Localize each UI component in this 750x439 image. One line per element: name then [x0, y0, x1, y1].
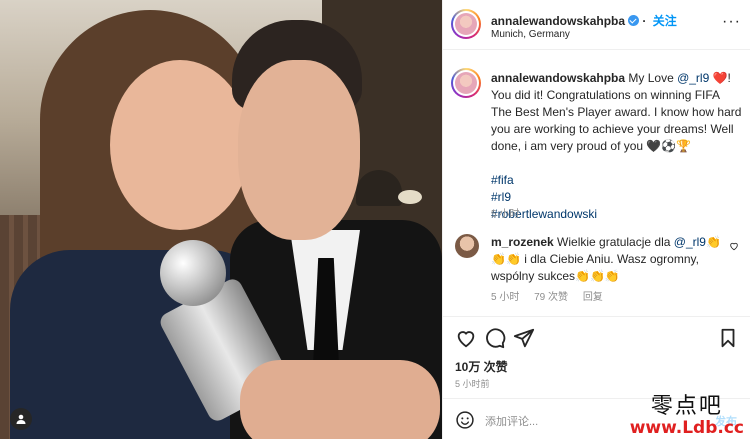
emoji-smile-icon[interactable]: [455, 410, 475, 430]
post-photo[interactable]: [0, 0, 442, 439]
comment-text-start: Wielkie gratulacje dla: [553, 235, 674, 249]
caption-avatar[interactable]: [451, 68, 481, 98]
photo-trophy-ball: [160, 240, 226, 306]
post-header: annalewandowskahpba · 关注 Munich, Germany…: [443, 0, 750, 50]
more-horizontal-icon[interactable]: ···: [722, 13, 741, 31]
author-username-row: annalewandowskahpba · 关注: [491, 14, 677, 28]
comment-meta: 5 小时 79 次赞 回复: [491, 288, 615, 303]
post-location[interactable]: Munich, Germany: [491, 29, 570, 40]
comment-likes[interactable]: 79 次赞: [534, 292, 568, 303]
watermark: 零点吧 www.Ldb.cc: [630, 396, 744, 437]
share-paper-plane-icon[interactable]: [513, 327, 535, 349]
commenter-avatar[interactable]: [455, 234, 479, 258]
photo-lamp-glow: [398, 190, 422, 204]
bookmark-icon[interactable]: [717, 327, 739, 349]
add-comment-input[interactable]: 添加评论...: [485, 413, 538, 429]
hashtag-robertlewandowski[interactable]: #robertlewandowski: [491, 206, 743, 223]
caption-body-start: My Love: [628, 71, 678, 85]
caption-mention[interactable]: @_rl9: [677, 71, 709, 85]
comment-bubble-icon[interactable]: [484, 327, 506, 349]
commenter-username[interactable]: m_rozenek: [491, 235, 554, 249]
post-actions: [443, 316, 750, 356]
watermark-cn: 零点吧: [650, 394, 723, 419]
verified-badge-icon: [628, 15, 640, 26]
likes-count[interactable]: 10万 次赞: [455, 358, 508, 375]
comment-text: m_rozenek Wielkie gratulacje dla @_rl9👏👏…: [491, 234, 721, 285]
author-username[interactable]: annalewandowskahpba: [491, 14, 625, 28]
hashtag-rl9[interactable]: #rl9: [491, 189, 743, 206]
comment-reply-button[interactable]: 回复: [583, 292, 603, 303]
post-details-panel: annalewandowskahpba · 关注 Munich, Germany…: [442, 0, 750, 439]
caption-time: 5 小时: [491, 209, 520, 220]
watermark-url: www.Ldb.cc: [629, 418, 744, 438]
comment-mention[interactable]: @_rl9: [674, 235, 706, 249]
follow-button[interactable]: 关注: [653, 14, 677, 28]
hashtag-fifa[interactable]: #fifa: [491, 172, 743, 189]
like-heart-icon[interactable]: [455, 327, 477, 349]
caption-username[interactable]: annalewandowskahpba: [491, 71, 625, 85]
caption-text: annalewandowskahpba My Love @_rl9 ❤️! Yo…: [491, 70, 743, 223]
posted-time: 5 小时前: [455, 379, 490, 389]
photo-man-face: [238, 60, 360, 240]
author-avatar[interactable]: [451, 9, 481, 39]
photo-arm: [240, 360, 440, 439]
photo-woman-face: [110, 60, 250, 230]
comment-time: 5 小时: [491, 292, 520, 303]
tagged-user-icon[interactable]: [10, 408, 32, 430]
comment-like-heart-icon[interactable]: [729, 241, 739, 251]
